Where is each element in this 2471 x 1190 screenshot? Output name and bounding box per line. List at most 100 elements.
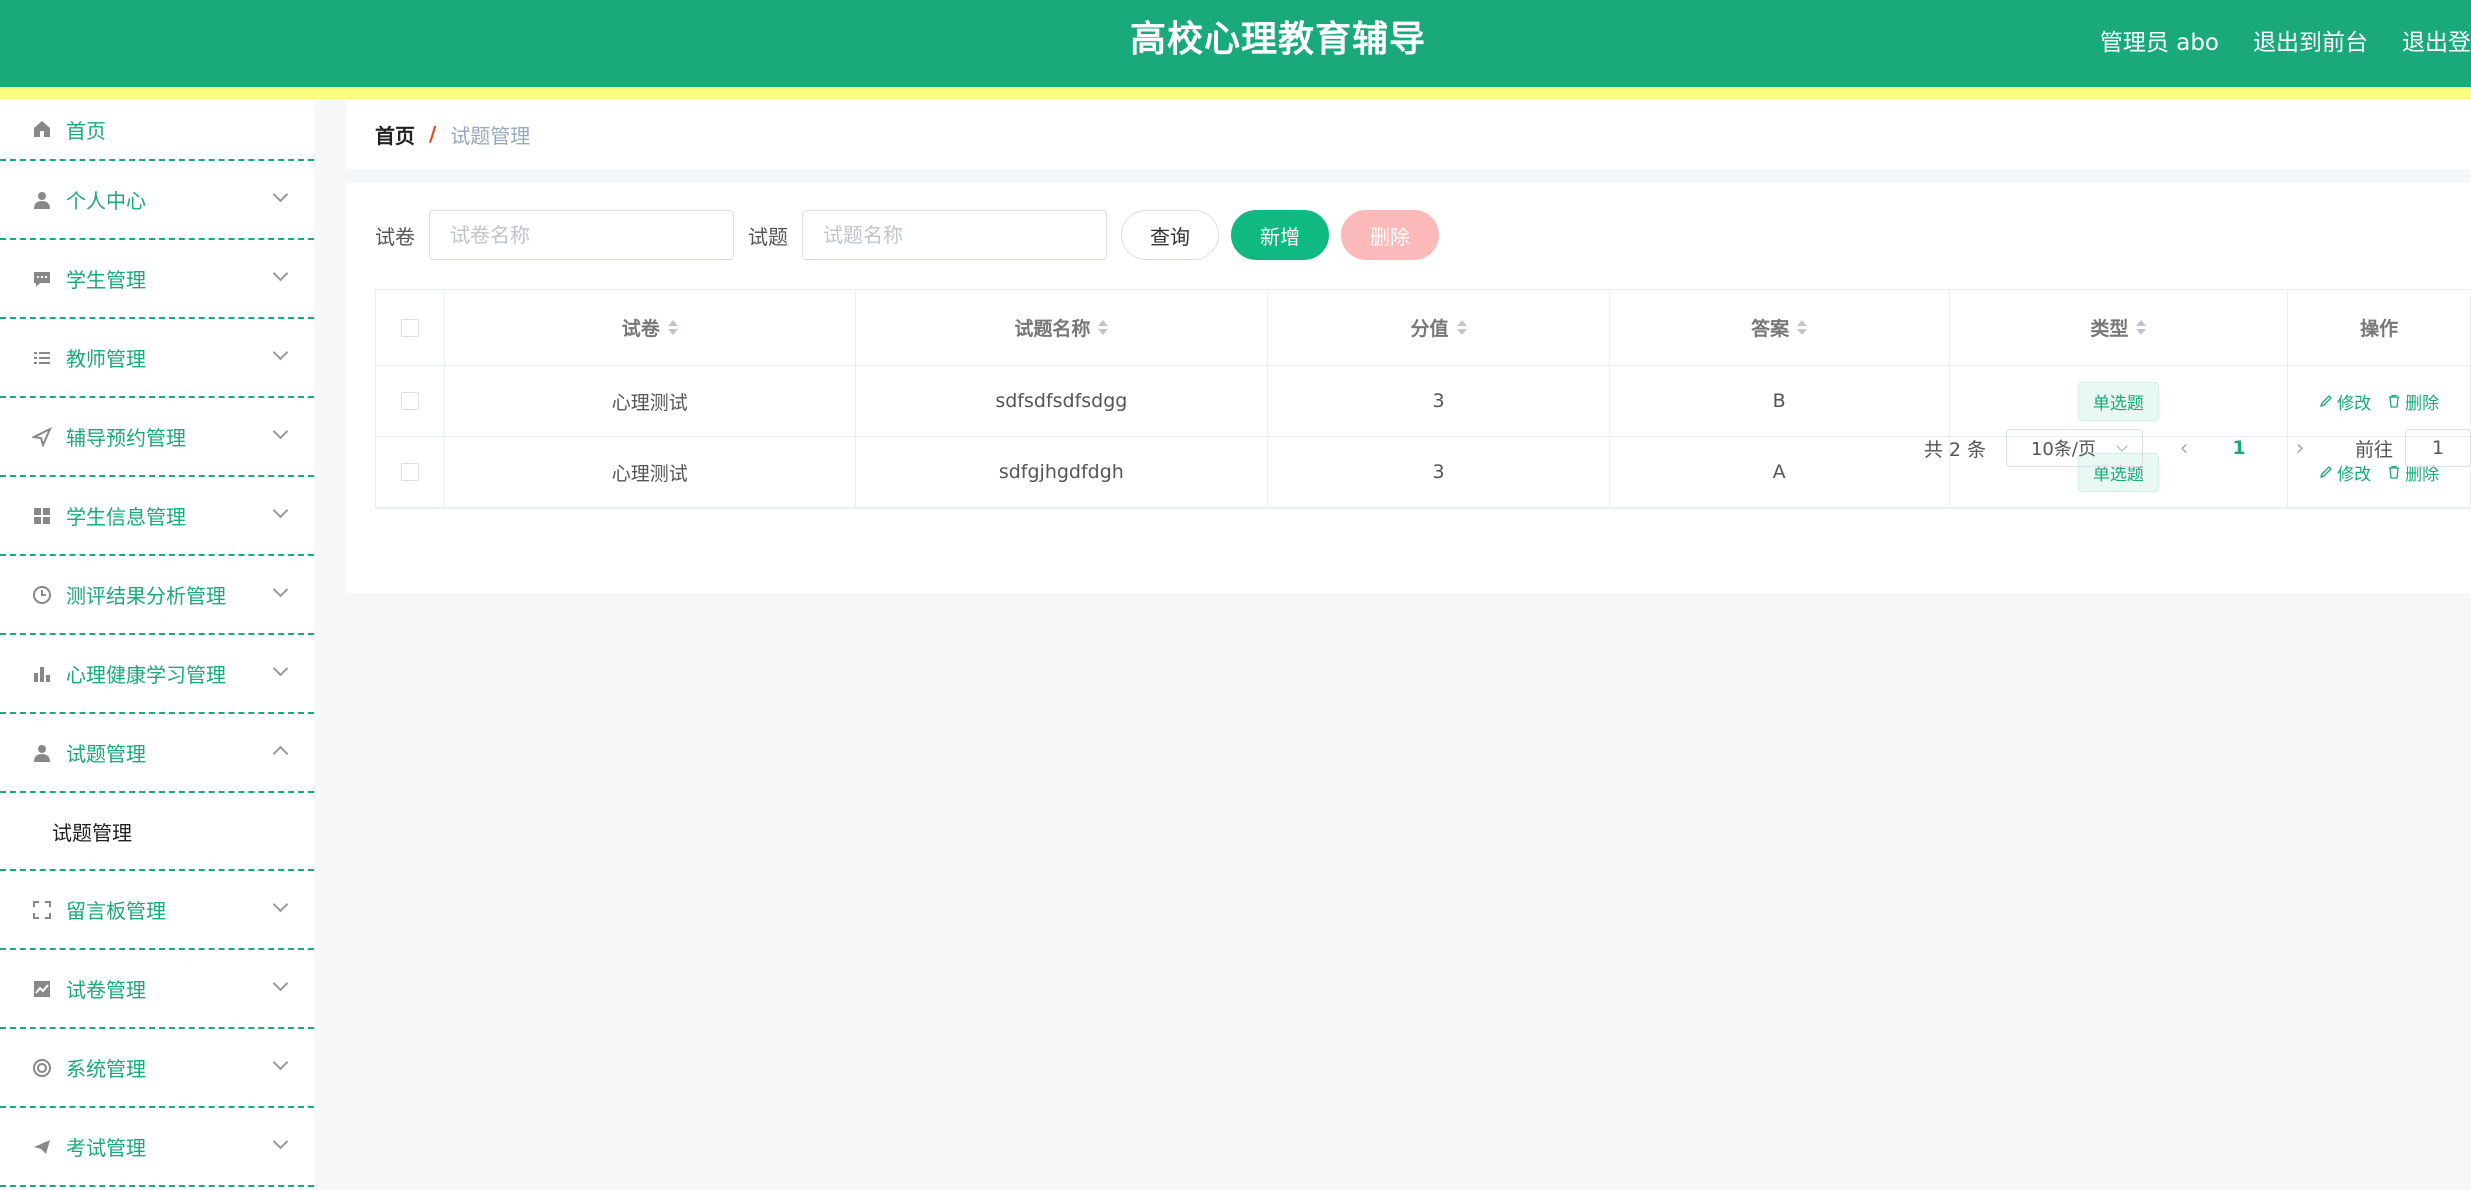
- content-panel: 试卷 试题 查询 新增 删除 试卷 试题名称 分值 答案 类型 操作 心理测试 …: [346, 183, 2471, 593]
- col-header-name[interactable]: 试题名称: [856, 290, 1269, 365]
- total-count: 共 2 条: [1923, 438, 1986, 461]
- questions-table: 试卷 试题名称 分值 答案 类型 操作 心理测试 sdfsdfsdfsdgg 3…: [375, 289, 2471, 509]
- grid-icon: [30, 504, 54, 528]
- cell-actions: 修改 删除: [2288, 366, 2470, 436]
- delete-button[interactable]: 删除: [1341, 210, 1439, 260]
- sidebar-item-label: 心理健康学习管理: [66, 663, 226, 687]
- lifebuoy-icon: [30, 1056, 54, 1080]
- breadcrumb-home[interactable]: 首页: [375, 120, 415, 149]
- header-accent-bar: [0, 87, 2471, 99]
- col-header-type[interactable]: 类型: [1950, 290, 2289, 365]
- chevron-down-icon: [272, 1054, 289, 1071]
- cell-name: sdfgjhgdfdgh: [856, 437, 1269, 507]
- logout-link[interactable]: 退出登: [2402, 23, 2471, 57]
- sidebar-item-label: 试卷管理: [66, 978, 146, 1002]
- col-header-paper[interactable]: 试卷: [445, 290, 856, 365]
- sidebar-item-learning[interactable]: 心理健康学习管理: [0, 635, 314, 714]
- col-header-score[interactable]: 分值: [1268, 290, 1610, 365]
- col-header-actions: 操作: [2288, 290, 2470, 365]
- cell-paper: 心理测试: [445, 366, 856, 436]
- chevron-down-icon: [272, 581, 289, 598]
- exit-to-front-link[interactable]: 退出到前台: [2253, 23, 2368, 57]
- paper-plane-icon: [30, 1135, 54, 1159]
- sidebar-item-messages[interactable]: 留言板管理: [0, 871, 314, 950]
- goto-label: 前往: [2354, 438, 2393, 461]
- row-delete-button[interactable]: 删除: [2387, 389, 2439, 414]
- chevron-down-icon: [272, 660, 289, 677]
- prev-page-button[interactable]: ‹: [2169, 436, 2199, 461]
- col-header-label: 操作: [2360, 318, 2399, 340]
- sort-icon[interactable]: [1456, 320, 1467, 335]
- sidebar-item-label: 首页: [66, 118, 106, 143]
- sidebar-item-teachers[interactable]: 教师管理: [0, 319, 314, 398]
- query-button[interactable]: 查询: [1121, 210, 1219, 260]
- col-header-label: 分值: [1410, 318, 1449, 340]
- top-header: 高校心理教育辅导 管理员 abo 退出到前台 退出登: [0, 0, 2471, 87]
- sidebar-item-home[interactable]: 首页: [0, 99, 314, 161]
- col-header-label: 试卷: [621, 318, 660, 340]
- question-label: 试题: [748, 224, 788, 249]
- chevron-down-icon: [272, 896, 289, 913]
- cell-answer: A: [1610, 437, 1950, 507]
- chevron-down-icon: [272, 502, 289, 519]
- sidebar-subitem-questions[interactable]: 试题管理: [0, 793, 314, 871]
- sidebar-item-profile[interactable]: 个人中心: [0, 161, 314, 240]
- sidebar-item-appointments[interactable]: 辅导预约管理: [0, 398, 314, 477]
- col-header-label: 试题名称: [1014, 318, 1091, 340]
- select-all-checkbox[interactable]: [400, 318, 419, 337]
- edit-button[interactable]: 修改: [2319, 389, 2371, 414]
- line-chart-icon: [30, 977, 54, 1001]
- paper-search-input[interactable]: [429, 210, 734, 260]
- add-button[interactable]: 新增: [1231, 210, 1329, 260]
- sidebar-item-label: 试题管理: [66, 742, 146, 766]
- sidebar-item-label: 学生信息管理: [66, 505, 186, 529]
- search-bar: 试卷 试题 查询 新增 删除: [375, 210, 1439, 260]
- type-tag: 单选题: [2077, 381, 2159, 421]
- cell-score: 3: [1268, 366, 1610, 436]
- sidebar-item-label: 测评结果分析管理: [66, 584, 226, 608]
- sidebar-item-evaluation[interactable]: 测评结果分析管理: [0, 556, 314, 635]
- row-checkbox[interactable]: [400, 463, 419, 481]
- pagination: 共 2 条 10条/页 ‹ 1 › 前往 1: [1924, 428, 2471, 468]
- bar-chart-icon: [30, 662, 54, 686]
- page-size-select[interactable]: 10条/页: [2005, 429, 2143, 467]
- sidebar-item-student-info[interactable]: 学生信息管理: [0, 477, 314, 556]
- chevron-up-icon: [272, 745, 289, 762]
- sidebar-item-label: 系统管理: [66, 1057, 146, 1081]
- trash-icon: [2389, 394, 2400, 408]
- sort-icon[interactable]: [2136, 320, 2147, 335]
- sort-icon[interactable]: [1098, 320, 1109, 335]
- page-number-1[interactable]: 1: [2219, 437, 2259, 459]
- edit-icon: [2320, 395, 2332, 408]
- chevron-down-icon: [272, 186, 289, 203]
- send-icon: [30, 425, 54, 449]
- goto-page-input[interactable]: 1: [2405, 429, 2471, 467]
- row-checkbox[interactable]: [400, 392, 419, 410]
- fullscreen-icon: [30, 898, 54, 922]
- breadcrumb-separator: /: [429, 122, 437, 146]
- next-page-button[interactable]: ›: [2285, 436, 2315, 461]
- admin-user-label: 管理员 abo: [2099, 30, 2219, 56]
- sort-icon[interactable]: [1797, 320, 1808, 335]
- col-header-answer[interactable]: 答案: [1610, 290, 1950, 365]
- cell-paper: 心理测试: [445, 437, 856, 507]
- sort-icon[interactable]: [667, 320, 678, 335]
- sidebar-item-papers[interactable]: 试卷管理: [0, 950, 314, 1029]
- cell-answer: B: [1610, 366, 1950, 436]
- sidebar-item-system[interactable]: 系统管理: [0, 1029, 314, 1108]
- list-icon: [30, 346, 54, 370]
- chat-icon: [30, 267, 54, 291]
- sidebar-item-exams[interactable]: 考试管理: [0, 1108, 314, 1187]
- delete-label: 删除: [2405, 393, 2440, 414]
- breadcrumb: 首页 / 试题管理: [346, 99, 2471, 169]
- sidebar-item-label: 考试管理: [66, 1136, 146, 1160]
- col-header-label: 答案: [1751, 318, 1790, 340]
- sidebar-item-questions[interactable]: 试题管理: [0, 714, 314, 793]
- cell-name: sdfsdfsdfsdgg: [856, 366, 1269, 436]
- row-select-cell: [376, 437, 445, 507]
- question-search-input[interactable]: [802, 210, 1107, 260]
- sidebar-item-students[interactable]: 学生管理: [0, 240, 314, 319]
- select-all-cell: [376, 290, 445, 365]
- home-icon: [30, 117, 54, 141]
- header-actions: 管理员 abo 退出到前台 退出登: [2100, 0, 2471, 80]
